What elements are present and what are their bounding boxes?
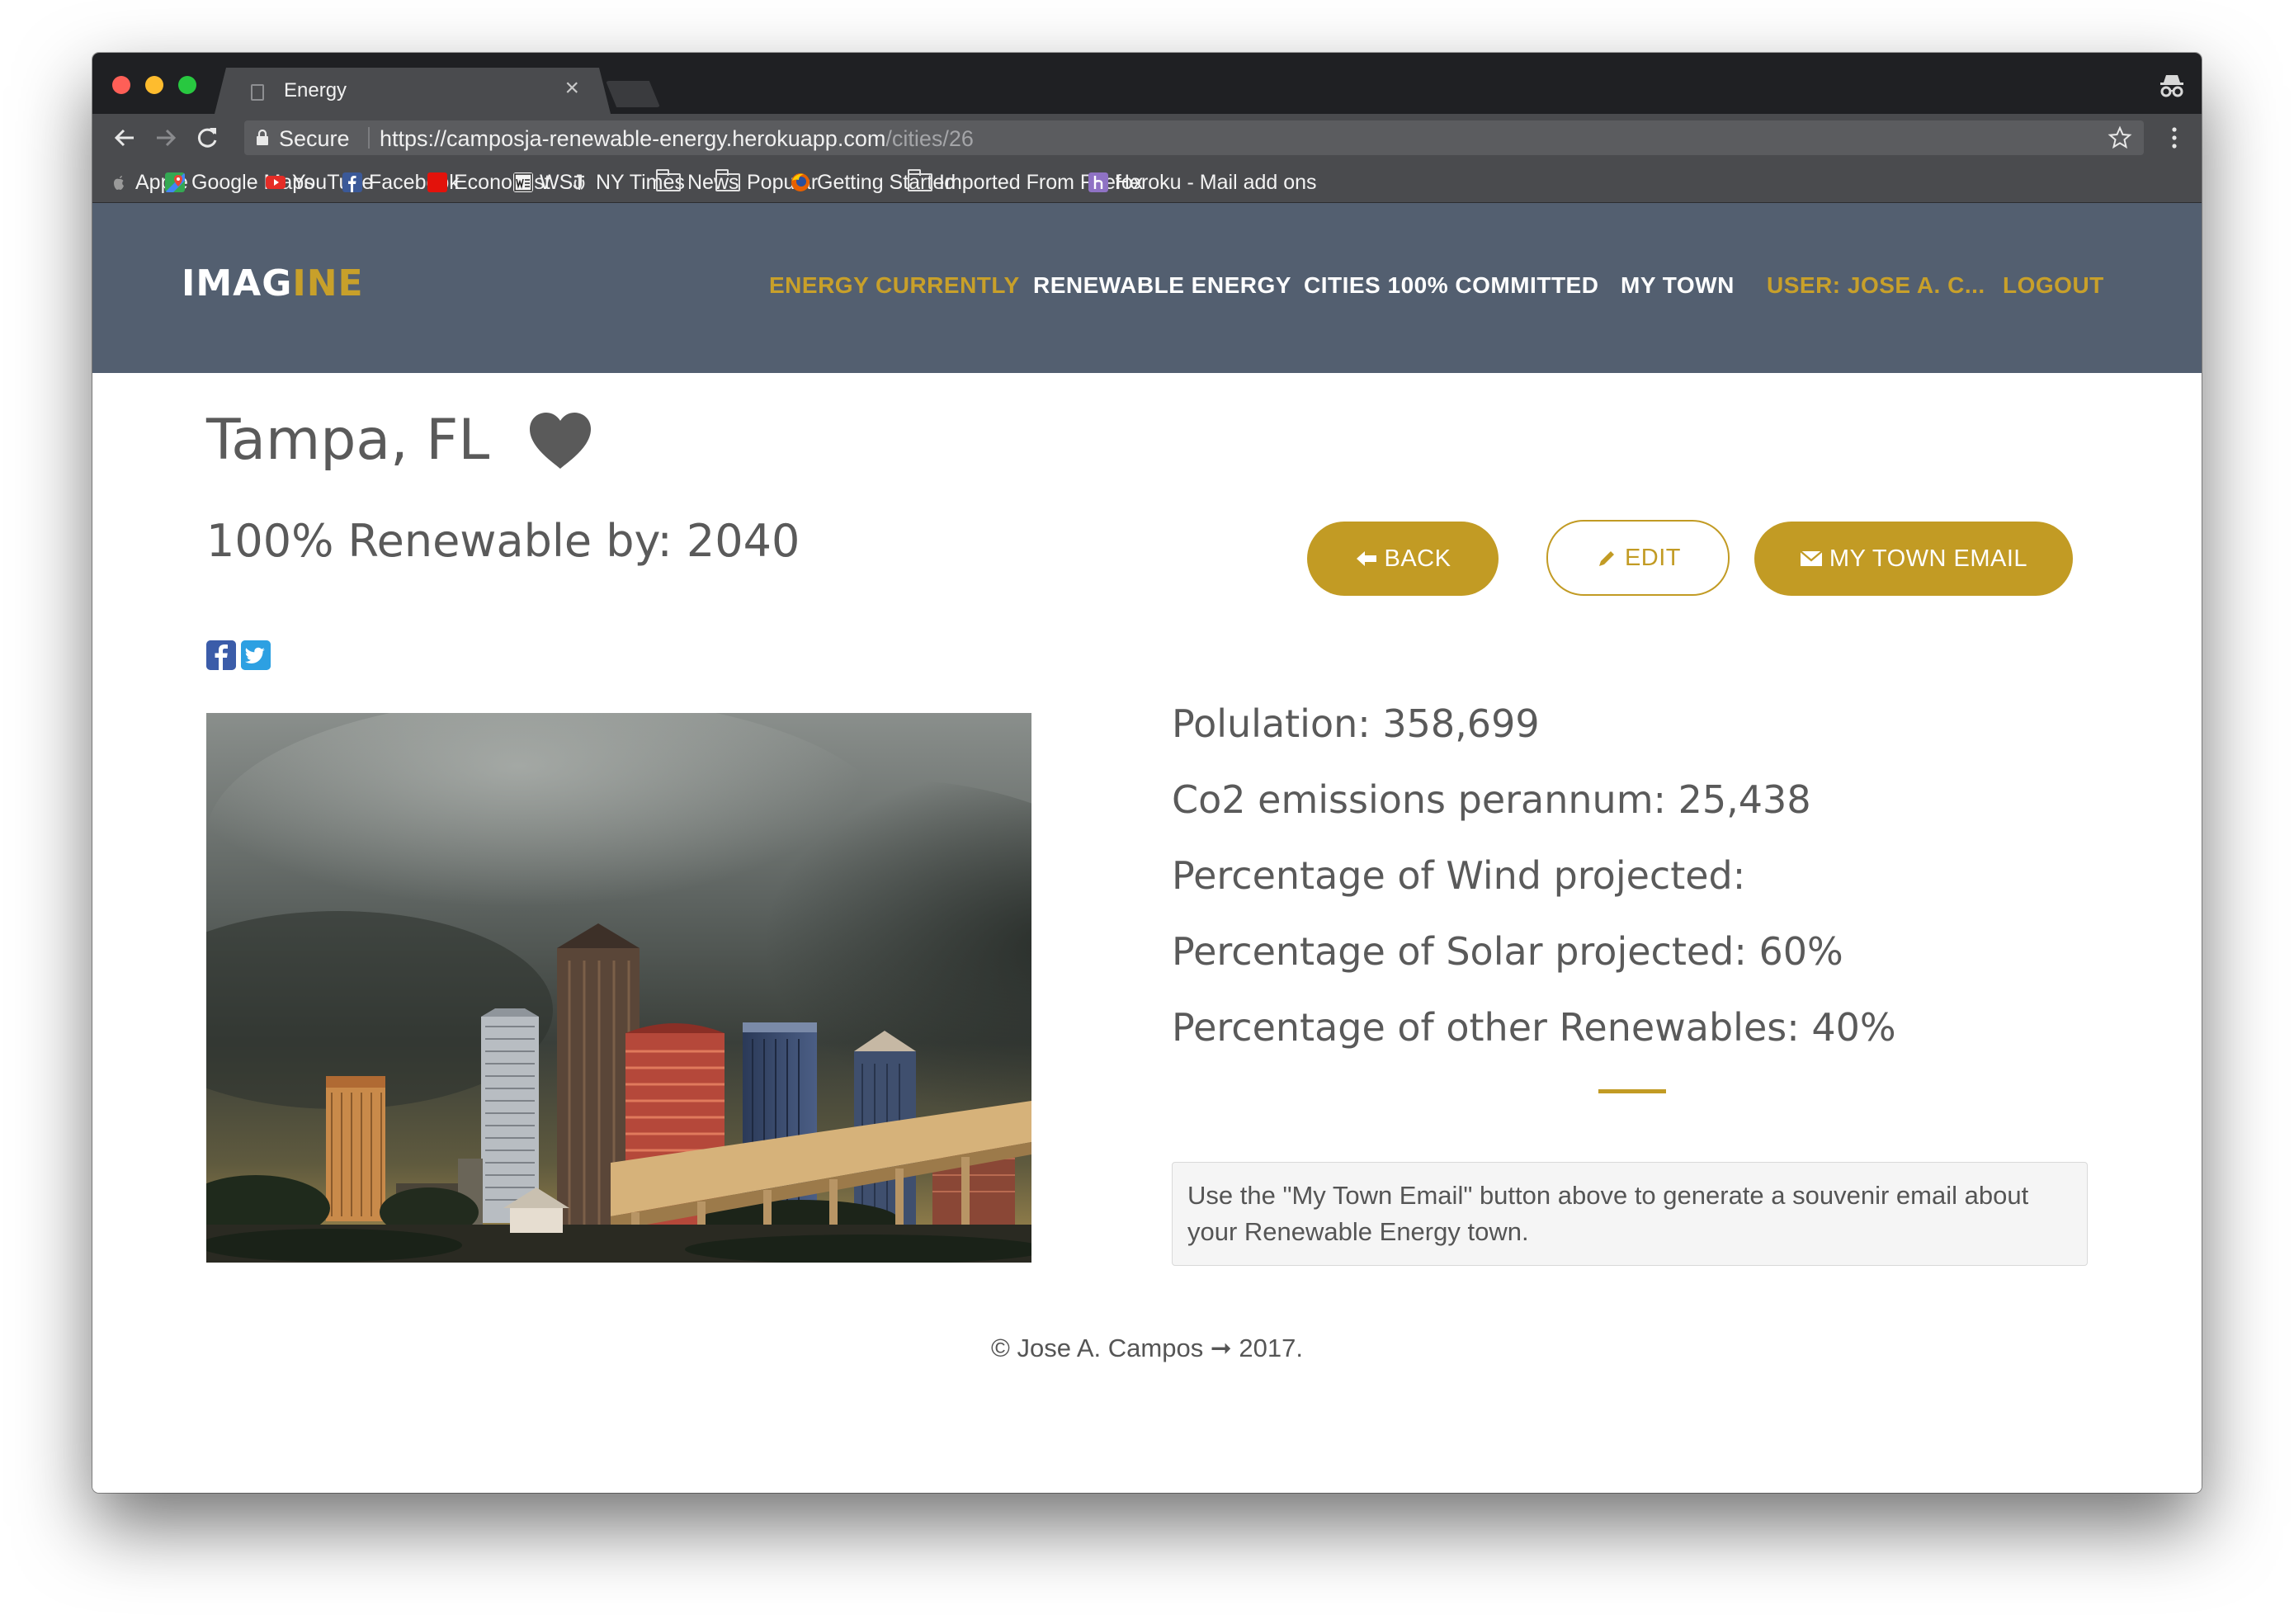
site-navbar: IMAGINE ENERGY CURRENTLY RENEWABLE ENERG… bbox=[92, 203, 2202, 373]
browser-toolbar: Secure https://camposja-renewable-energy… bbox=[92, 114, 2202, 162]
city-skyline-photo bbox=[206, 713, 1031, 1263]
email-tip-box: Use the "My Town Email" button above to … bbox=[1172, 1162, 2088, 1266]
tab-bar: Energy × bbox=[92, 53, 2202, 114]
tab-title: Energy bbox=[284, 79, 347, 102]
minimize-window-button[interactable] bbox=[145, 76, 163, 94]
city-title: Tampa, FL bbox=[206, 408, 490, 473]
bookmark-label: Heroku - Mail add ons bbox=[1115, 170, 1317, 194]
bookmark-heroku[interactable]: Heroku - Mail add ons bbox=[1088, 171, 1317, 194]
stat-other-renewables: Percentage of other Renewables: 40% bbox=[1172, 1005, 1896, 1050]
folder-icon bbox=[908, 169, 932, 191]
google-maps-icon bbox=[165, 172, 185, 192]
url-base: https://camposja-renewable-energy.heroku… bbox=[380, 126, 886, 151]
browser-window: Energy × Secure https://camposja-renewab… bbox=[92, 53, 2202, 1493]
my-town-email-button[interactable]: MY TOWN EMAIL bbox=[1754, 522, 2073, 596]
browser-menu-icon[interactable] bbox=[2170, 125, 2178, 150]
nav-my-town[interactable]: MY TOWN bbox=[1621, 272, 1735, 299]
nav-user-menu[interactable]: USER: JOSE A. C... bbox=[1767, 272, 1985, 299]
address-bar[interactable]: Secure https://camposja-renewable-energy… bbox=[244, 120, 2144, 155]
forward-arrow-icon[interactable] bbox=[152, 124, 180, 152]
reload-icon[interactable] bbox=[193, 124, 221, 152]
pencil-icon bbox=[1598, 551, 1614, 566]
page-footer: © Jose A. Campos ➞ 2017. bbox=[991, 1334, 1303, 1362]
site-brand-logo[interactable]: IMAGINE bbox=[182, 262, 364, 304]
heroku-icon bbox=[1088, 172, 1108, 192]
facebook-icon bbox=[342, 172, 362, 192]
brand-part-white: IMAG bbox=[182, 262, 293, 304]
youtube-icon bbox=[266, 176, 286, 189]
lock-icon bbox=[257, 130, 268, 145]
web-page: IMAGINE ENERGY CURRENTLY RENEWABLE ENERG… bbox=[92, 203, 2202, 1493]
close-window-button[interactable] bbox=[112, 76, 130, 94]
stat-population: Polulation: 358,699 bbox=[1172, 701, 1540, 746]
envelope-icon bbox=[1800, 550, 1823, 566]
economist-icon bbox=[427, 172, 447, 192]
bookmark-star-icon[interactable] bbox=[2108, 125, 2132, 150]
apple-icon bbox=[114, 176, 124, 190]
secure-label: Secure bbox=[279, 126, 350, 151]
bookmarks-bar: Apple Google Maps YouTube Facebook Econo… bbox=[92, 162, 2202, 203]
back-arrow-icon[interactable] bbox=[111, 124, 139, 152]
url-path: /cities/26 bbox=[885, 126, 974, 151]
stat-co2-emissions: Co2 emissions perannum: 25,438 bbox=[1172, 777, 1811, 822]
facebook-share-icon[interactable] bbox=[206, 640, 236, 670]
firefox-icon bbox=[791, 173, 810, 191]
back-button[interactable]: BACK bbox=[1307, 522, 1499, 596]
address-separator bbox=[368, 127, 370, 149]
nytimes-icon bbox=[574, 175, 585, 190]
nav-renewable-energy[interactable]: RENEWABLE ENERGY bbox=[1033, 272, 1291, 299]
brand-part-gold: INE bbox=[292, 262, 364, 304]
stat-wind-percentage: Percentage of Wind projected: bbox=[1172, 853, 1746, 898]
folder-icon bbox=[715, 169, 740, 191]
section-divider bbox=[1598, 1089, 1666, 1093]
city-skyline-image bbox=[206, 713, 1031, 1263]
twitter-share-icon[interactable] bbox=[241, 640, 271, 670]
browser-tab[interactable]: Energy × bbox=[215, 68, 611, 114]
folder-icon bbox=[656, 169, 681, 191]
nav-energy-currently[interactable]: ENERGY CURRENTLY bbox=[769, 272, 1020, 299]
new-tab-button[interactable] bbox=[606, 81, 660, 107]
arrow-left-icon bbox=[1356, 551, 1376, 566]
edit-button[interactable]: EDIT bbox=[1546, 520, 1730, 596]
nav-logout[interactable]: LOGOUT bbox=[2003, 272, 2104, 299]
edit-button-label: EDIT bbox=[1624, 544, 1682, 571]
stat-solar-percentage: Percentage of Solar projected: 60% bbox=[1172, 929, 1843, 974]
email-button-label: MY TOWN EMAIL bbox=[1829, 545, 2028, 572]
url-text[interactable]: https://camposja-renewable-energy.heroku… bbox=[380, 126, 974, 152]
renewable-target: 100% Renewable by: 2040 bbox=[206, 515, 800, 567]
tab-close-icon[interactable]: × bbox=[564, 76, 579, 101]
back-button-label: BACK bbox=[1384, 545, 1451, 572]
nav-cities-committed[interactable]: CITIES 100% COMMITTED bbox=[1304, 272, 1598, 299]
maximize-window-button[interactable] bbox=[178, 76, 196, 94]
incognito-icon bbox=[2160, 75, 2183, 97]
wsj-icon bbox=[513, 172, 533, 192]
heart-icon[interactable] bbox=[528, 411, 592, 470]
page-icon bbox=[251, 84, 264, 101]
